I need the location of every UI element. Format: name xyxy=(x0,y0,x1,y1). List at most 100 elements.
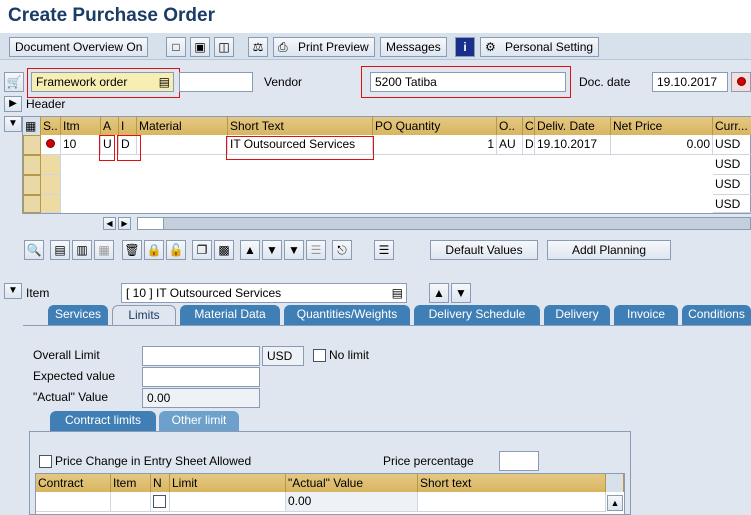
column-header-c[interactable]: C xyxy=(523,117,535,135)
scroll-up-icon[interactable]: ▲ xyxy=(607,495,623,511)
column-header-contract[interactable]: Contract xyxy=(36,474,111,492)
column-header-acct[interactable]: A xyxy=(101,117,119,135)
cell-currency[interactable]: USD xyxy=(713,155,751,175)
expand-header-icon[interactable]: ▶ xyxy=(4,96,22,112)
cell-currency[interactable]: USD xyxy=(713,135,751,155)
cell-short-text[interactable]: IT Outsourced Services xyxy=(228,135,373,155)
overall-limit-field[interactable] xyxy=(142,346,260,366)
cell-po-quantity[interactable]: 1 xyxy=(373,135,497,155)
services-icon[interactable]: ⎋ xyxy=(332,240,352,260)
details-icon[interactable]: 🔍 xyxy=(24,240,44,260)
collapse-item-detail-icon[interactable]: ▼ xyxy=(4,283,22,299)
horizontal-scrollbar[interactable] xyxy=(137,217,751,230)
cell-c[interactable]: D xyxy=(523,135,535,155)
list-icon[interactable]: ☰ xyxy=(374,240,394,260)
check-icon[interactable]: ⚖ xyxy=(248,37,268,57)
column-header-status[interactable]: S.. xyxy=(41,117,61,135)
copy-icon[interactable]: ▦ xyxy=(94,240,114,260)
delete-icon[interactable]: 🗑 xyxy=(122,240,142,260)
scrollbar-thumb[interactable] xyxy=(138,218,164,229)
hold-icon[interactable]: ◫ xyxy=(214,37,234,57)
new-document-icon[interactable]: □ xyxy=(166,37,186,57)
lock-icon[interactable]: 🔒 xyxy=(144,240,164,260)
tab-contract-limits[interactable]: Contract limits xyxy=(50,411,156,431)
column-header-net-price[interactable]: Net Price xyxy=(611,117,713,135)
row-selector[interactable] xyxy=(23,135,41,155)
messages-button[interactable]: Messages xyxy=(380,37,447,57)
cell-deliv-date[interactable]: 19.10.2017 xyxy=(535,135,611,155)
column-header-short-text[interactable]: Short Text xyxy=(228,117,373,135)
column-header-n[interactable]: N xyxy=(151,474,170,492)
cell-item[interactable]: 10 xyxy=(61,135,101,155)
row-selector[interactable] xyxy=(23,195,41,213)
tab-delivery-schedule[interactable]: Delivery Schedule xyxy=(414,305,540,325)
cell-contract[interactable] xyxy=(36,492,111,512)
column-header-material[interactable]: Material xyxy=(137,117,228,135)
tab-other-limit[interactable]: Other limit xyxy=(159,411,239,431)
scroll-right-icon[interactable]: ▶ xyxy=(118,217,131,230)
status-icon[interactable] xyxy=(731,72,751,92)
cell-net-price[interactable]: 0.00 xyxy=(611,135,713,155)
column-header-currency[interactable]: Curr... xyxy=(713,117,751,135)
cell-limit[interactable] xyxy=(170,492,286,512)
cell-currency[interactable]: USD xyxy=(713,175,751,195)
paste-icon[interactable]: ▩ xyxy=(214,240,234,260)
n-checkbox[interactable] xyxy=(153,495,166,508)
column-header-item[interactable]: Item xyxy=(111,474,151,492)
price-percentage-field[interactable] xyxy=(499,451,539,471)
personal-setting-button[interactable]: ⚙ Personal Setting xyxy=(480,37,600,57)
column-header-deliv-date[interactable]: Deliv. Date xyxy=(535,117,611,135)
cell-order-unit[interactable]: AU xyxy=(497,135,523,155)
table-settings-icon[interactable]: ▦ xyxy=(23,117,41,135)
row-selector[interactable] xyxy=(23,155,41,175)
expected-value-field[interactable] xyxy=(142,367,260,387)
column-header-order-unit[interactable]: O.. xyxy=(497,117,523,135)
price-change-checkbox[interactable] xyxy=(39,455,52,468)
previous-item-icon[interactable]: ▲ xyxy=(429,283,449,303)
cell-acct[interactable]: U xyxy=(101,135,119,155)
tab-limits[interactable]: Limits xyxy=(112,305,176,325)
column-header-item-cat[interactable]: I xyxy=(119,117,137,135)
default-values-button[interactable]: Default Values xyxy=(430,240,538,260)
cell-currency[interactable]: USD xyxy=(713,195,751,213)
row-selector[interactable] xyxy=(23,175,41,195)
select-all-icon[interactable]: ▤ xyxy=(50,240,70,260)
cell-short-text[interactable] xyxy=(418,492,606,512)
filter-icon[interactable]: ▼ xyxy=(284,240,304,260)
column-header-po-quantity[interactable]: PO Quantity xyxy=(373,117,497,135)
cart-icon[interactable]: 🛒 xyxy=(4,72,24,92)
order-number-field[interactable] xyxy=(179,72,253,92)
tab-conditions[interactable]: Conditions xyxy=(682,305,751,325)
cell-item[interactable] xyxy=(111,492,151,512)
subtotal-icon[interactable]: ☰ xyxy=(306,240,326,260)
addl-planning-button[interactable]: Addl Planning xyxy=(547,240,671,260)
cell-item-cat[interactable]: D xyxy=(119,135,137,155)
unlock-icon[interactable]: 🔓 xyxy=(166,240,186,260)
scroll-left-icon[interactable]: ◀ xyxy=(103,217,116,230)
tab-invoice[interactable]: Invoice xyxy=(614,305,678,325)
no-limit-checkbox[interactable] xyxy=(313,349,326,362)
next-item-icon[interactable]: ▼ xyxy=(451,283,471,303)
column-header-item[interactable]: Itm xyxy=(61,117,101,135)
doc-date-field[interactable]: 19.10.2017 xyxy=(652,72,728,92)
column-header-actual-value[interactable]: "Actual" Value xyxy=(286,474,418,492)
order-type-dropdown[interactable]: Framework order ▤ xyxy=(31,72,174,92)
tab-services[interactable]: Services xyxy=(48,305,108,325)
info-icon[interactable]: i xyxy=(455,37,475,57)
copy-item-icon[interactable]: ❐ xyxy=(192,240,212,260)
vendor-field[interactable]: 5200 Tatiba xyxy=(370,72,566,92)
tab-material-data[interactable]: Material Data xyxy=(180,305,280,325)
sort-ascending-icon[interactable]: ▲ xyxy=(240,240,260,260)
sort-descending-icon[interactable]: ▼ xyxy=(262,240,282,260)
column-header-short-text[interactable]: Short text xyxy=(418,474,606,492)
other-document-icon[interactable]: ▣ xyxy=(190,37,210,57)
cell-n[interactable] xyxy=(151,492,170,512)
item-select[interactable]: [ 10 ] IT Outsourced Services ▤ xyxy=(121,283,407,303)
document-overview-button[interactable]: Document Overview On xyxy=(9,37,149,57)
cell-material[interactable] xyxy=(137,135,228,155)
collapse-items-icon[interactable]: ▼ xyxy=(4,116,22,132)
deselect-all-icon[interactable]: ▥ xyxy=(72,240,92,260)
column-header-limit[interactable]: Limit xyxy=(170,474,286,492)
tab-quantities-weights[interactable]: Quantities/Weights xyxy=(284,305,410,325)
tab-delivery[interactable]: Delivery xyxy=(544,305,610,325)
